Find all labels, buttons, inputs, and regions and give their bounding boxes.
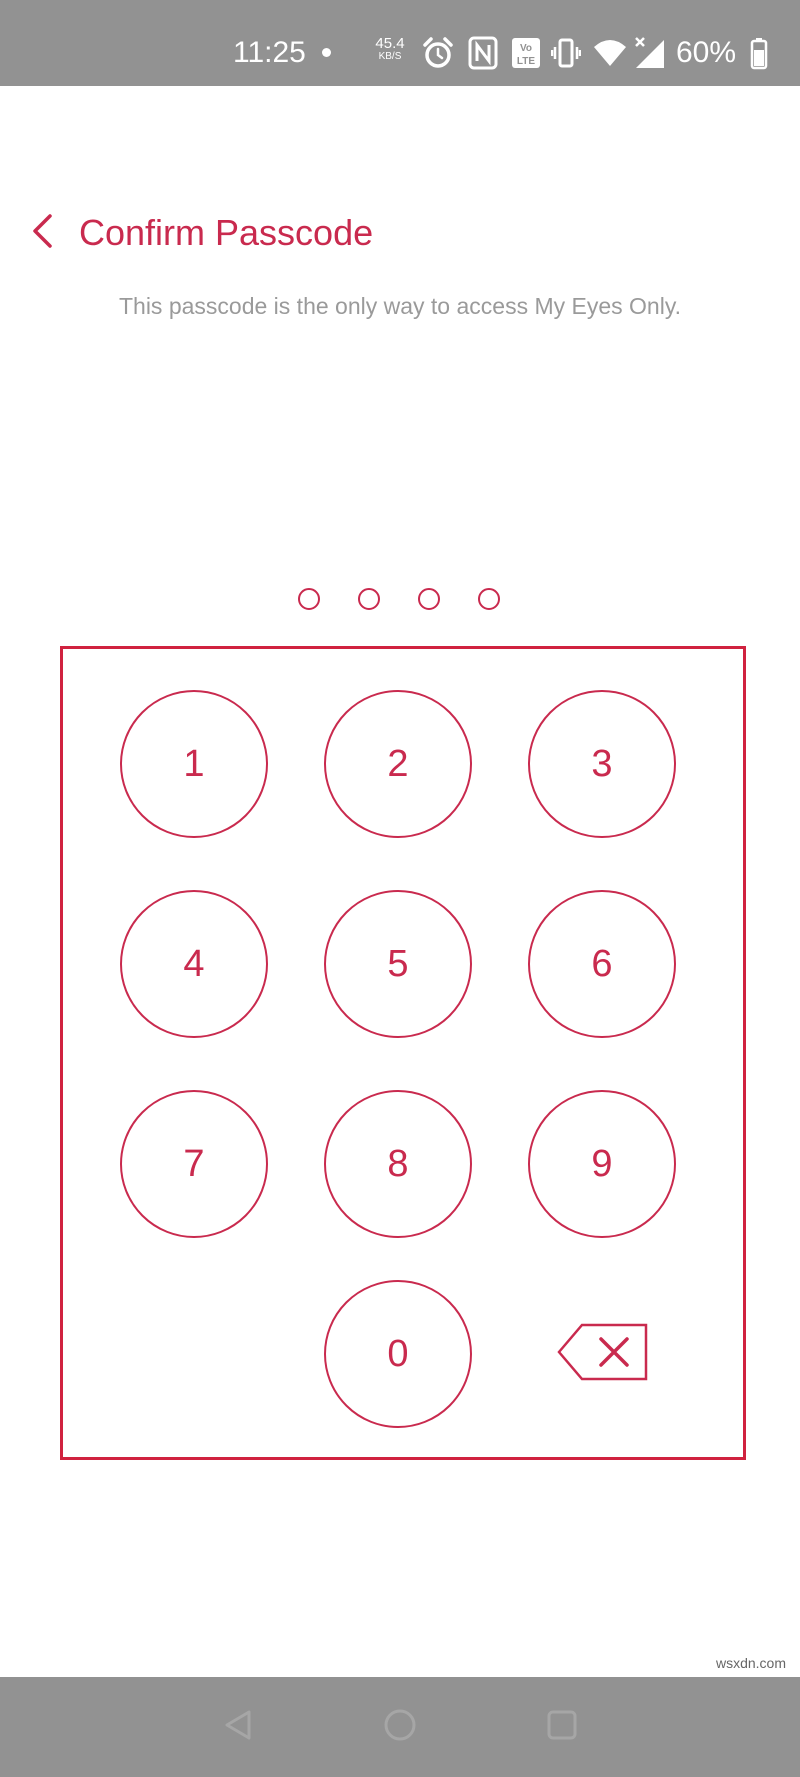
battery-percent: 60% bbox=[676, 36, 737, 69]
signal-icon bbox=[634, 36, 666, 75]
home-circle-icon bbox=[383, 1708, 417, 1747]
key-5[interactable]: 5 bbox=[324, 890, 472, 1038]
key-0[interactable]: 0 bbox=[324, 1280, 472, 1428]
back-triangle-icon bbox=[223, 1709, 253, 1746]
nav-home-button[interactable] bbox=[380, 1707, 420, 1747]
network-speed: 45.4 KB/S bbox=[371, 35, 409, 63]
battery-icon bbox=[750, 36, 768, 75]
passcode-dot bbox=[478, 588, 500, 610]
status-time: 11:25 bbox=[233, 36, 306, 69]
key-2[interactable]: 2 bbox=[324, 690, 472, 838]
keypad: 1 2 3 4 5 6 7 8 9 0 bbox=[60, 646, 746, 1460]
passcode-dot bbox=[418, 588, 440, 610]
passcode-dots bbox=[296, 588, 506, 612]
notification-dot-icon bbox=[322, 48, 331, 57]
recents-square-icon bbox=[546, 1709, 578, 1746]
key-1[interactable]: 1 bbox=[120, 690, 268, 838]
nfc-icon bbox=[468, 36, 498, 75]
key-4[interactable]: 4 bbox=[120, 890, 268, 1038]
watermark: wsxdn.com bbox=[715, 1655, 786, 1671]
nav-recents-button[interactable] bbox=[542, 1707, 582, 1747]
network-speed-value: 45.4 bbox=[375, 35, 405, 52]
delete-button[interactable] bbox=[553, 1314, 653, 1394]
key-8[interactable]: 8 bbox=[324, 1090, 472, 1238]
navigation-bar bbox=[0, 1677, 800, 1777]
key-9[interactable]: 9 bbox=[528, 1090, 676, 1238]
header: Confirm Passcode bbox=[0, 205, 800, 261]
back-button[interactable] bbox=[20, 205, 64, 261]
alarm-icon bbox=[421, 36, 455, 75]
nav-back-button[interactable] bbox=[218, 1707, 258, 1747]
key-6[interactable]: 6 bbox=[528, 890, 676, 1038]
svg-text:Vo: Vo bbox=[520, 43, 532, 54]
key-7[interactable]: 7 bbox=[120, 1090, 268, 1238]
svg-text:LTE: LTE bbox=[517, 56, 535, 67]
vibrate-icon bbox=[550, 36, 582, 75]
passcode-dot bbox=[298, 588, 320, 610]
status-bar: 11:25 45.4 KB/S Vo LTE 60% bbox=[0, 0, 800, 86]
chevron-left-icon bbox=[30, 213, 54, 254]
subtitle: This passcode is the only way to access … bbox=[118, 293, 682, 319]
key-3[interactable]: 3 bbox=[528, 690, 676, 838]
page-title: Confirm Passcode bbox=[79, 212, 374, 253]
backspace-icon bbox=[556, 1321, 650, 1388]
passcode-dot bbox=[358, 588, 380, 610]
volte-icon: Vo LTE bbox=[511, 36, 541, 75]
wifi-icon bbox=[593, 36, 627, 75]
